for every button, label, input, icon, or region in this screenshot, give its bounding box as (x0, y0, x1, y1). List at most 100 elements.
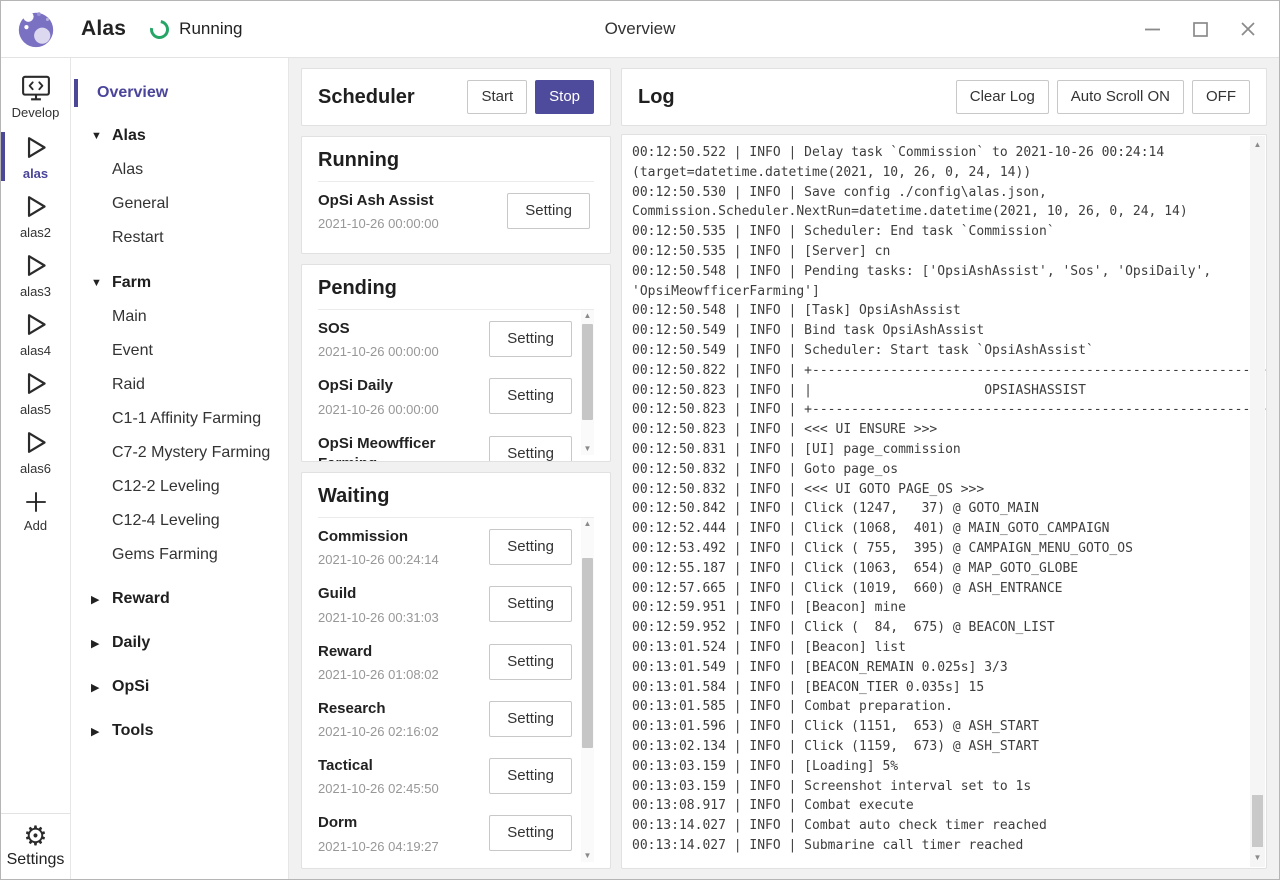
add-instance-button[interactable]: Add (1, 481, 70, 540)
log-line: 'OpsiMeowfficerFarming'] (632, 282, 1240, 302)
sidebar-item-develop[interactable]: Develop (1, 68, 70, 127)
scroll-up-icon[interactable]: ▲ (1250, 138, 1265, 152)
sidebar-item-alas6[interactable]: alas6 (1, 422, 70, 481)
sidebar-item-label: alas5 (20, 402, 51, 417)
setting-button[interactable]: Setting (489, 321, 572, 357)
log-line: 00:12:59.952 | INFO | Click ( 84, 675) @… (632, 618, 1240, 638)
menu-group-reward[interactable]: ▶ Reward (71, 582, 288, 616)
menu-item-c7-2-mystery-farming[interactable]: C7-2 Mystery Farming (71, 436, 288, 470)
sidebar-item-alas5[interactable]: alas5 (1, 363, 70, 422)
menu-item-gems-farming[interactable]: Gems Farming (71, 538, 288, 572)
task-name: Reward (318, 642, 439, 662)
waiting-card: Waiting Commission 2021-10-26 00:24:14 S… (301, 472, 611, 869)
clear-log-button[interactable]: Clear Log (956, 80, 1049, 114)
waiting-scrollbar[interactable]: ▲ ▼ (581, 518, 594, 862)
pending-scrollbar[interactable]: ▲ ▼ (581, 310, 594, 455)
close-button[interactable] (1231, 14, 1265, 44)
menu-item-raid[interactable]: Raid (71, 368, 288, 402)
sidebar-item-alas4[interactable]: alas4 (1, 304, 70, 363)
menu-item-overview[interactable]: Overview (71, 78, 288, 108)
scroll-down-icon[interactable]: ▼ (1250, 851, 1265, 865)
setting-button[interactable]: Setting (489, 815, 572, 851)
scrollbar-thumb[interactable] (1252, 795, 1263, 847)
settings-button[interactable]: ⚙ Settings (1, 813, 70, 879)
log-line: 00:12:50.823 | INFO | +-----------------… (632, 400, 1240, 420)
pending-list[interactable]: SOS 2021-10-26 00:00:00 Setting OpSi Dai… (318, 310, 594, 461)
task-row: Tactical 2021-10-26 02:45:50 Setting (318, 747, 594, 804)
log-line: 00:13:01.549 | INFO | [BEACON_REMAIN 0.0… (632, 658, 1240, 678)
scheduler-title: Scheduler (318, 86, 415, 109)
play-icon (20, 427, 51, 458)
app-logo-icon (15, 8, 57, 50)
stop-button[interactable]: Stop (535, 80, 594, 114)
chevron-right-icon: ▶ (91, 593, 103, 606)
app-title: Alas (81, 17, 126, 41)
log-line: 00:12:50.823 | INFO | | OPSIASHASSIST | (632, 381, 1240, 401)
menu-group-tools[interactable]: ▶ Tools (71, 714, 288, 748)
log-line: 00:12:50.548 | INFO | Pending tasks: ['O… (632, 262, 1240, 282)
task-name: Commission (318, 527, 439, 547)
setting-button[interactable]: Setting (489, 378, 572, 414)
maximize-button[interactable] (1183, 14, 1217, 44)
log-line: 00:12:50.822 | INFO | +-----------------… (632, 361, 1240, 381)
scrollbar-thumb[interactable] (582, 324, 593, 420)
sidebar-item-alas3[interactable]: alas3 (1, 245, 70, 304)
log-line: 00:13:02.134 | INFO | Click (1159, 673) … (632, 737, 1240, 757)
log-line: 00:12:50.831 | INFO | [UI] page_commissi… (632, 440, 1240, 460)
minimize-icon (1145, 28, 1160, 31)
menu-group-farm[interactable]: ▼ Farm (71, 266, 288, 300)
task-row: Shop Setting (318, 862, 594, 869)
menu-group-alas[interactable]: ▼ Alas (71, 119, 288, 153)
scheduler-column: Scheduler Start Stop Running OpSi Ash As… (301, 68, 611, 869)
log-line: 00:12:50.549 | INFO | Bind task OpsiAshA… (632, 321, 1240, 341)
task-time: 2021-10-26 00:31:03 (318, 610, 439, 625)
menu-item-c12-2-leveling[interactable]: C12-2 Leveling (71, 470, 288, 504)
log-line: 00:12:50.549 | INFO | Scheduler: Start t… (632, 341, 1240, 361)
log-line: 00:12:50.548 | INFO | [Task] OpsiAshAssi… (632, 301, 1240, 321)
setting-button[interactable]: Setting (489, 586, 572, 622)
setting-button[interactable]: Setting (489, 529, 572, 565)
scroll-up-icon[interactable]: ▲ (581, 310, 594, 322)
scroll-down-icon[interactable]: ▼ (581, 443, 594, 455)
log-line: 00:13:14.027 | INFO | Submarine call tim… (632, 836, 1240, 856)
setting-button[interactable]: Setting (489, 644, 572, 680)
menu-group-daily[interactable]: ▶ Daily (71, 626, 288, 660)
waiting-list[interactable]: Commission 2021-10-26 00:24:14 Setting G… (318, 518, 594, 868)
menu-group-opsi[interactable]: ▶ OpSi (71, 670, 288, 704)
scheduler-card: Scheduler Start Stop (301, 68, 611, 126)
menu-item-c12-4-leveling[interactable]: C12-4 Leveling (71, 504, 288, 538)
log-line: Commission.Scheduler.NextRun=datetime.da… (632, 202, 1240, 222)
scroll-down-icon[interactable]: ▼ (581, 850, 594, 862)
log-line: 00:13:03.159 | INFO | [Loading] 5% (632, 757, 1240, 777)
sidebar-item-label: alas (23, 166, 48, 181)
sidebar-item-alas[interactable]: alas (1, 127, 70, 186)
menu-item-c1-1-affinity-farming[interactable]: C1-1 Affinity Farming (71, 402, 288, 436)
auto-scroll-off-button[interactable]: OFF (1192, 80, 1250, 114)
menu-item-event[interactable]: Event (71, 334, 288, 368)
task-menu: Overview ▼ Alas Alas General Restart ▼ F… (71, 58, 289, 879)
sidebar-item-label: alas3 (20, 284, 51, 299)
chevron-right-icon: ▶ (91, 681, 103, 694)
scrollbar-thumb[interactable] (582, 558, 593, 748)
setting-button[interactable]: Setting (489, 436, 572, 461)
start-button[interactable]: Start (467, 80, 527, 114)
log-lines: 00:12:50.522 | INFO | Delay task `Commis… (632, 143, 1240, 856)
setting-button[interactable]: Setting (489, 758, 572, 794)
setting-button[interactable]: Setting (489, 701, 572, 737)
log-scrollbar[interactable]: ▲ ▼ (1250, 136, 1265, 867)
log-line: 00:12:53.492 | INFO | Click ( 755, 395) … (632, 539, 1240, 559)
chevron-down-icon: ▼ (91, 277, 103, 289)
scroll-up-icon[interactable]: ▲ (581, 518, 594, 530)
menu-item-alas[interactable]: Alas (71, 153, 288, 187)
menu-group-label: Farm (112, 274, 151, 292)
menu-item-general[interactable]: General (71, 187, 288, 221)
menu-item-restart[interactable]: Restart (71, 221, 288, 255)
minimize-button[interactable] (1135, 14, 1169, 44)
sidebar-item-alas2[interactable]: alas2 (1, 186, 70, 245)
menu-item-main[interactable]: Main (71, 300, 288, 334)
menu-group-label: Reward (112, 590, 170, 608)
setting-button[interactable]: Setting (507, 193, 590, 229)
log-output[interactable]: 00:12:50.522 | INFO | Delay task `Commis… (621, 134, 1267, 869)
auto-scroll-on-button[interactable]: Auto Scroll ON (1057, 80, 1184, 114)
task-row: OpSi Ash Assist 2021-10-26 00:00:00 Sett… (318, 182, 594, 239)
